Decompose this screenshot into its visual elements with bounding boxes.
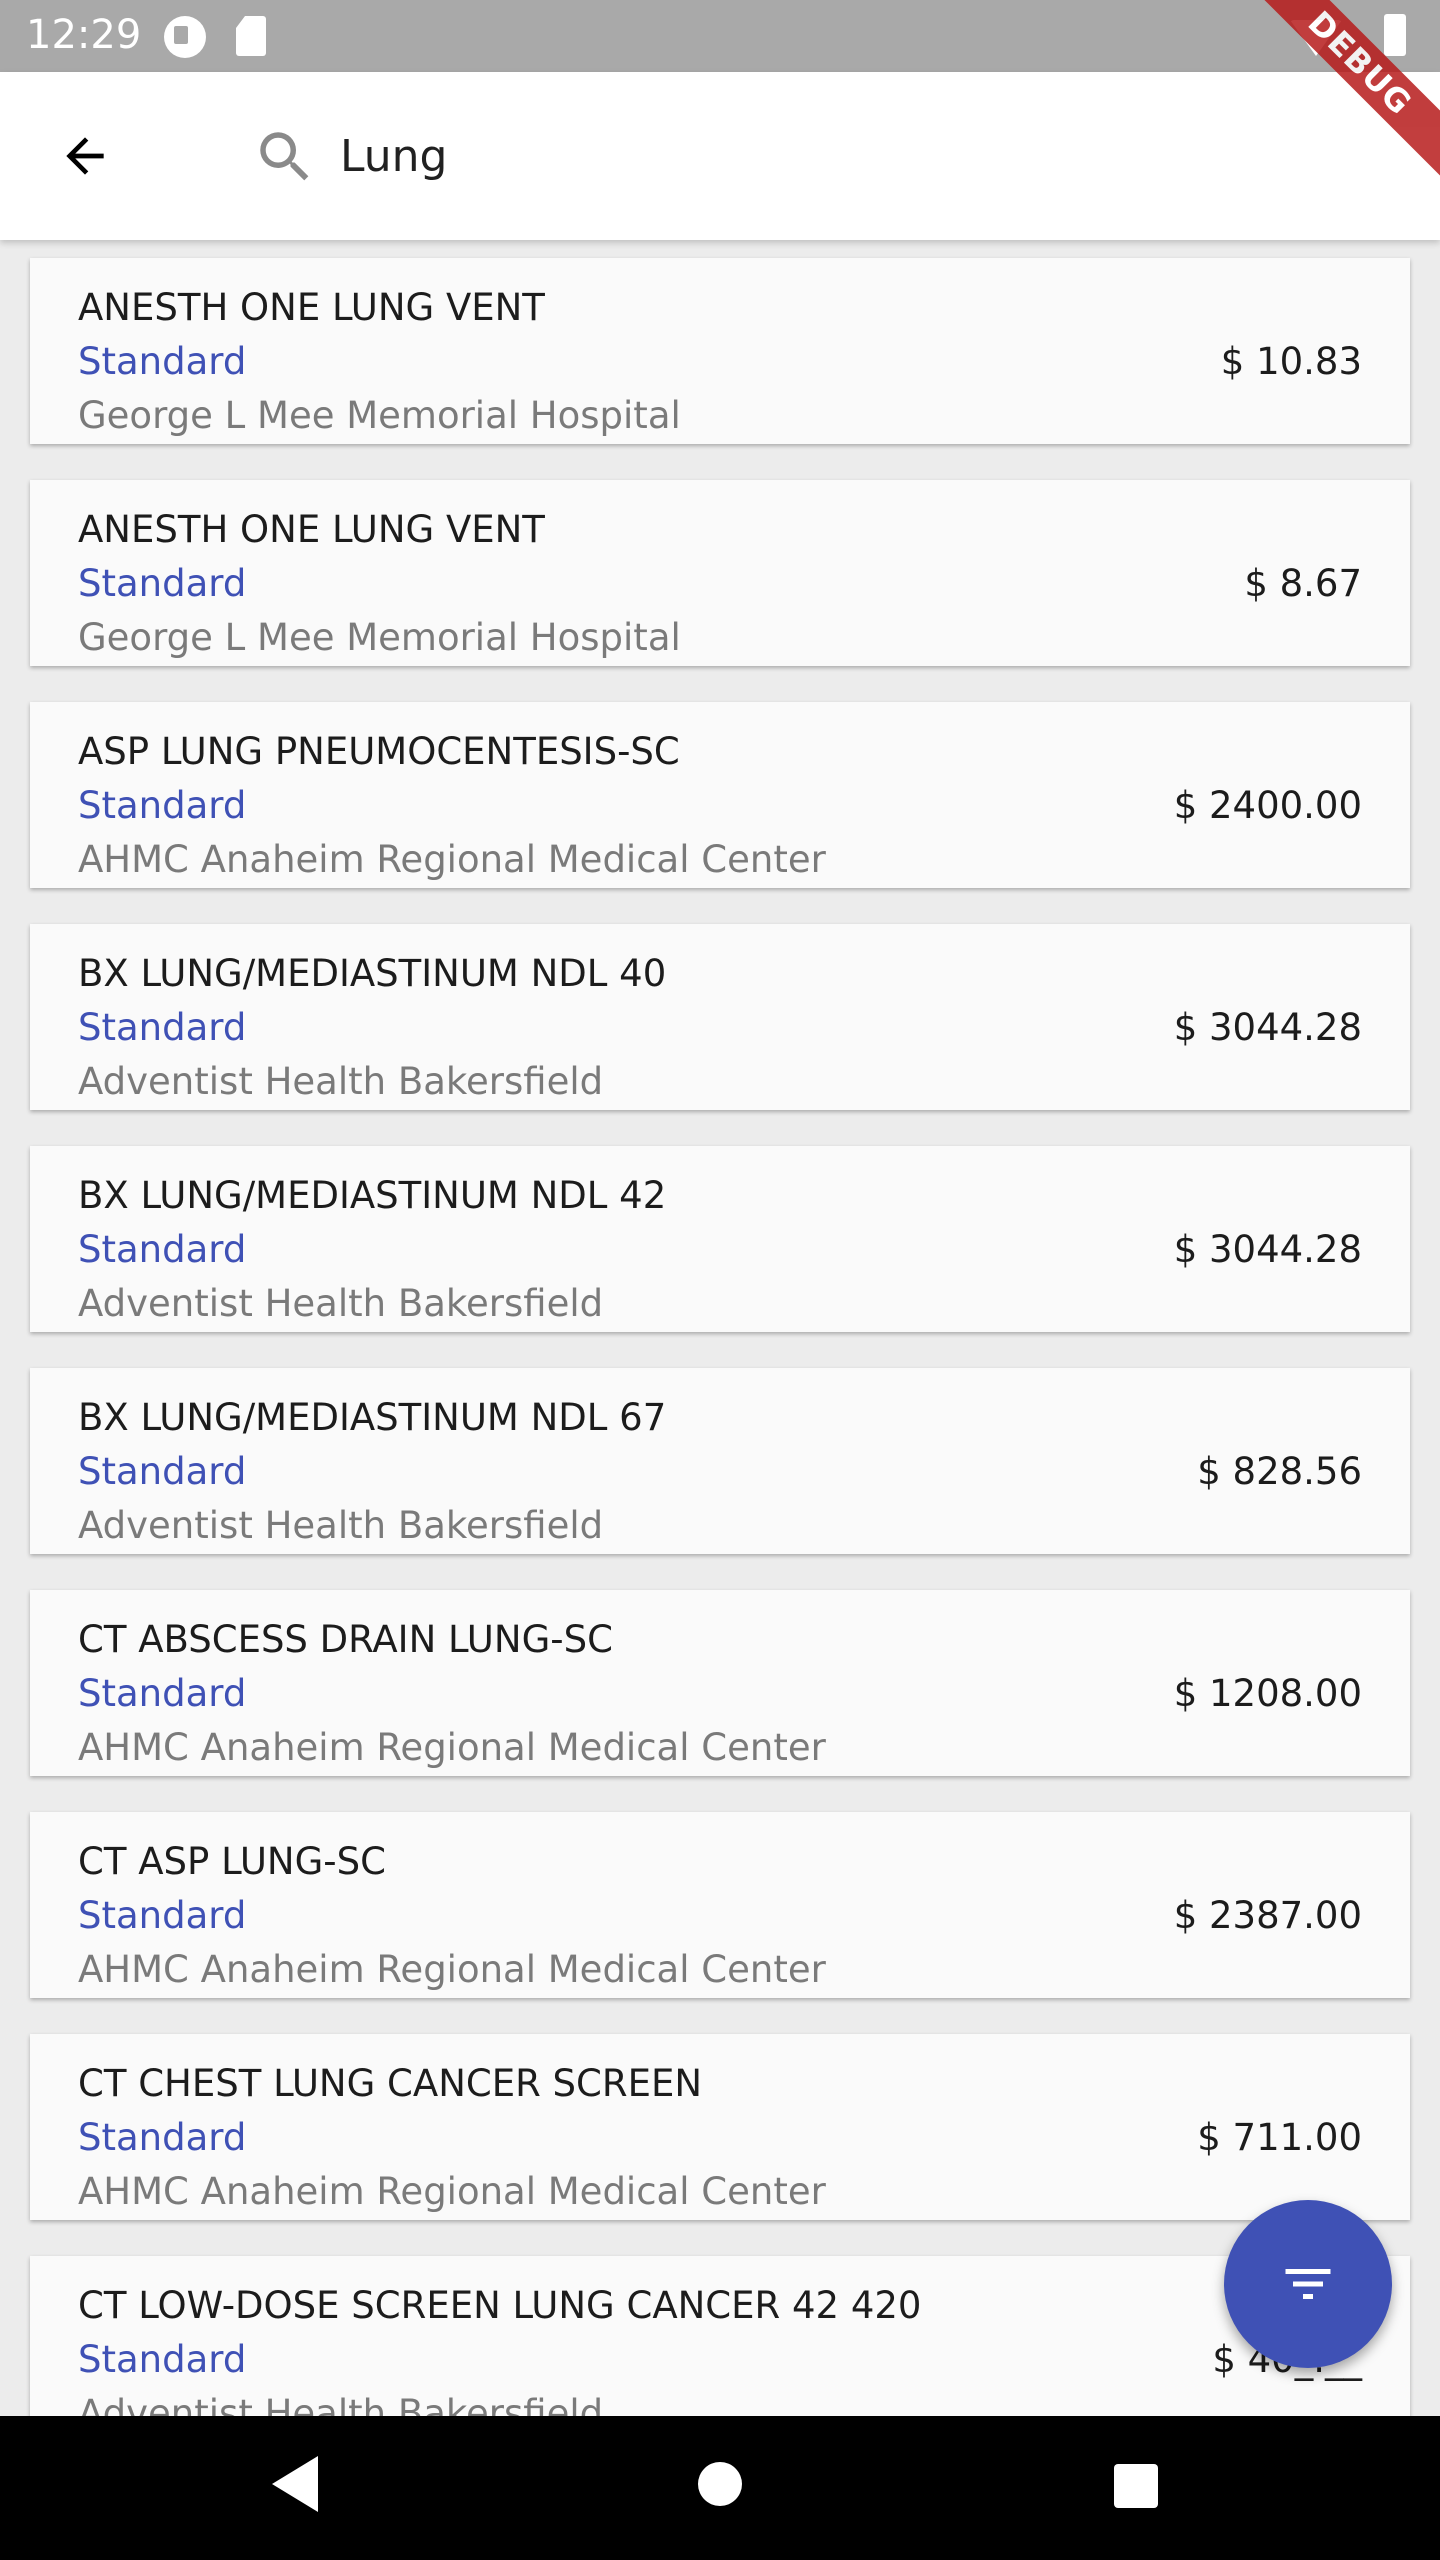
filter-button[interactable]: [1224, 2200, 1392, 2368]
plan-label: Standard: [78, 1228, 247, 1271]
procedure-name: ANESTH ONE LUNG VENT: [78, 508, 545, 551]
list-item[interactable]: BX LUNG/MEDIASTINUM NDL 67 Standard Adve…: [30, 1368, 1410, 1554]
screen: 12:29 DEBUG ANESTH ONE LUNG VENT Standar…: [0, 0, 1440, 2560]
price: $ 3044.28: [1173, 1006, 1362, 1049]
plan-label: Standard: [78, 784, 247, 827]
plan-label: Standard: [78, 1894, 247, 1937]
price: $ 711.00: [1197, 2116, 1362, 2159]
status-time: 12:29: [26, 12, 142, 58]
back-button[interactable]: [40, 116, 130, 196]
procedure-name: CT LOW-DOSE SCREEN LUNG CANCER 42 420: [78, 2284, 922, 2327]
status-bar: 12:29: [0, 0, 1440, 72]
hospital-name: Adventist Health Bakersfield: [78, 1282, 604, 1325]
filter-icon: [1285, 2269, 1331, 2299]
results-list[interactable]: ANESTH ONE LUNG VENT Standard George L M…: [0, 240, 1440, 2416]
hospital-name: George L Mee Memorial Hospital: [78, 616, 681, 659]
hospital-name: AHMC Anaheim Regional Medical Center: [78, 1948, 826, 1991]
price: $ 8.67: [1244, 562, 1362, 605]
app-bar: [0, 72, 1440, 240]
procedure-name: BX LUNG/MEDIASTINUM NDL 42: [78, 1174, 667, 1217]
list-item[interactable]: BX LUNG/MEDIASTINUM NDL 40 Standard Adve…: [30, 924, 1410, 1110]
list-item[interactable]: CT CHEST LUNG CANCER SCREEN Standard AHM…: [30, 2034, 1410, 2220]
list-item[interactable]: BX LUNG/MEDIASTINUM NDL 42 Standard Adve…: [30, 1146, 1410, 1332]
hospital-name: AHMC Anaheim Regional Medical Center: [78, 2170, 826, 2213]
hospital-name: AHMC Anaheim Regional Medical Center: [78, 838, 826, 881]
nav-recents-icon[interactable]: [1114, 2464, 1158, 2508]
battery-icon: [1384, 14, 1406, 56]
price: $ 1208.00: [1173, 1672, 1362, 1715]
list-item[interactable]: ANESTH ONE LUNG VENT Standard George L M…: [30, 480, 1410, 666]
system-nav-bar: [0, 2416, 1440, 2560]
arrow-back-icon: [66, 137, 104, 175]
hospital-name: Adventist Health Bakersfield: [78, 1504, 604, 1547]
procedure-name: CT ABSCESS DRAIN LUNG-SC: [78, 1618, 613, 1661]
notification-icon: [164, 16, 206, 58]
plan-label: Standard: [78, 1450, 247, 1493]
search-icon: [260, 132, 309, 181]
procedure-name: ASP LUNG PNEUMOCENTESIS-SC: [78, 730, 680, 773]
list-item[interactable]: ASP LUNG PNEUMOCENTESIS-SC Standard AHMC…: [30, 702, 1410, 888]
price: $ 10.83: [1220, 340, 1362, 383]
procedure-name: BX LUNG/MEDIASTINUM NDL 40: [78, 952, 667, 995]
hospital-name: AHMC Anaheim Regional Medical Center: [78, 1726, 826, 1769]
sd-card-icon: [236, 16, 266, 56]
list-item[interactable]: ANESTH ONE LUNG VENT Standard George L M…: [30, 258, 1410, 444]
list-item[interactable]: CT LOW-DOSE SCREEN LUNG CANCER 42 420 St…: [30, 2256, 1410, 2416]
hospital-name: Adventist Health Bakersfield: [78, 2392, 604, 2416]
hospital-name: Adventist Health Bakersfield: [78, 1060, 604, 1103]
plan-label: Standard: [78, 2116, 247, 2159]
price: $ 2387.00: [1173, 1894, 1362, 1937]
procedure-name: CT ASP LUNG-SC: [78, 1840, 386, 1883]
procedure-name: BX LUNG/MEDIASTINUM NDL 67: [78, 1396, 667, 1439]
plan-label: Standard: [78, 2338, 247, 2381]
price: $ 828.56: [1197, 1450, 1362, 1493]
search-input[interactable]: [340, 116, 1240, 196]
hospital-name: George L Mee Memorial Hospital: [78, 394, 681, 437]
plan-label: Standard: [78, 562, 247, 605]
nav-home-icon[interactable]: [698, 2462, 742, 2506]
plan-label: Standard: [78, 1672, 247, 1715]
list-item[interactable]: CT ASP LUNG-SC Standard AHMC Anaheim Reg…: [30, 1812, 1410, 1998]
price: $ 3044.28: [1173, 1228, 1362, 1271]
list-item[interactable]: CT ABSCESS DRAIN LUNG-SC Standard AHMC A…: [30, 1590, 1410, 1776]
procedure-name: ANESTH ONE LUNG VENT: [78, 286, 545, 329]
plan-label: Standard: [78, 340, 247, 383]
procedure-name: CT CHEST LUNG CANCER SCREEN: [78, 2062, 703, 2105]
price: $ 2400.00: [1173, 784, 1362, 827]
plan-label: Standard: [78, 1006, 247, 1049]
nav-back-icon[interactable]: [272, 2456, 318, 2512]
